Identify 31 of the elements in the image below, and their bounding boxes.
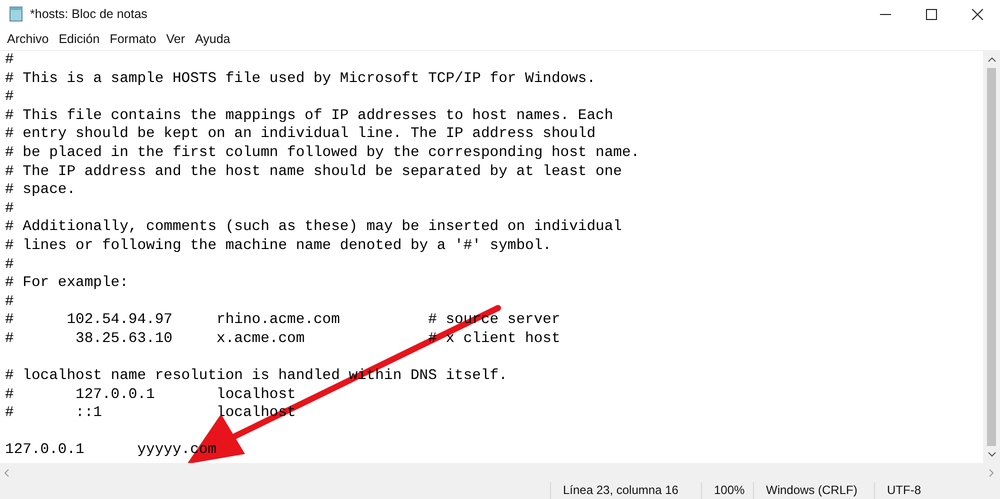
text-line: # [5,52,14,68]
status-text: Windows (CRLF) [753,482,874,499]
menu-item[interactable]: Archivo [2,32,54,46]
notepad-icon [8,6,24,22]
status-text: 100% [701,482,753,499]
text-line: # space. [5,182,76,198]
menu-item[interactable]: Edición [54,32,105,46]
text-line: # [5,200,14,217]
text-line: # [5,256,14,273]
menu-item[interactable]: Ver [161,32,190,46]
maximize-icon [926,8,936,20]
status-text: UTF-8 [874,482,1000,499]
text-line: # be placed in the first column followed by the corresponding host name. [5,144,640,161]
status-text: Línea 23, columna 16 [550,482,701,499]
text-line: # lines or following the machine name denoted by a '#' symbol. [5,238,552,254]
text-line: # [5,89,14,106]
text-line: # 127.0.0.1 localhost [5,386,296,403]
menu-item[interactable]: Formato [104,32,162,46]
text-line: # This is a sample HOSTS file used by Microsoft TCP/IP for Windows. [5,70,596,87]
text-line: # This file contains the mappings of IP addresses to host names. Each [5,108,614,124]
text-line: # For example: [5,275,128,292]
text-line: # [5,294,14,310]
text-line: # entry should be kept on an individual line. The IP address should [5,126,596,142]
close-icon [972,8,982,20]
text-line: # The IP address and the host name should be separated by at least one [5,164,622,180]
vertical-scrollbar[interactable] [983,51,1000,463]
scroll-down-icon[interactable] [988,452,996,457]
scroll-up-icon[interactable] [988,57,996,62]
window-title: *hosts: Bloc de notas [30,7,148,21]
menu-item[interactable]: Ayuda [190,32,236,46]
text-line: # Additionally, comments (such as these) may be inserted on individual [5,219,622,236]
